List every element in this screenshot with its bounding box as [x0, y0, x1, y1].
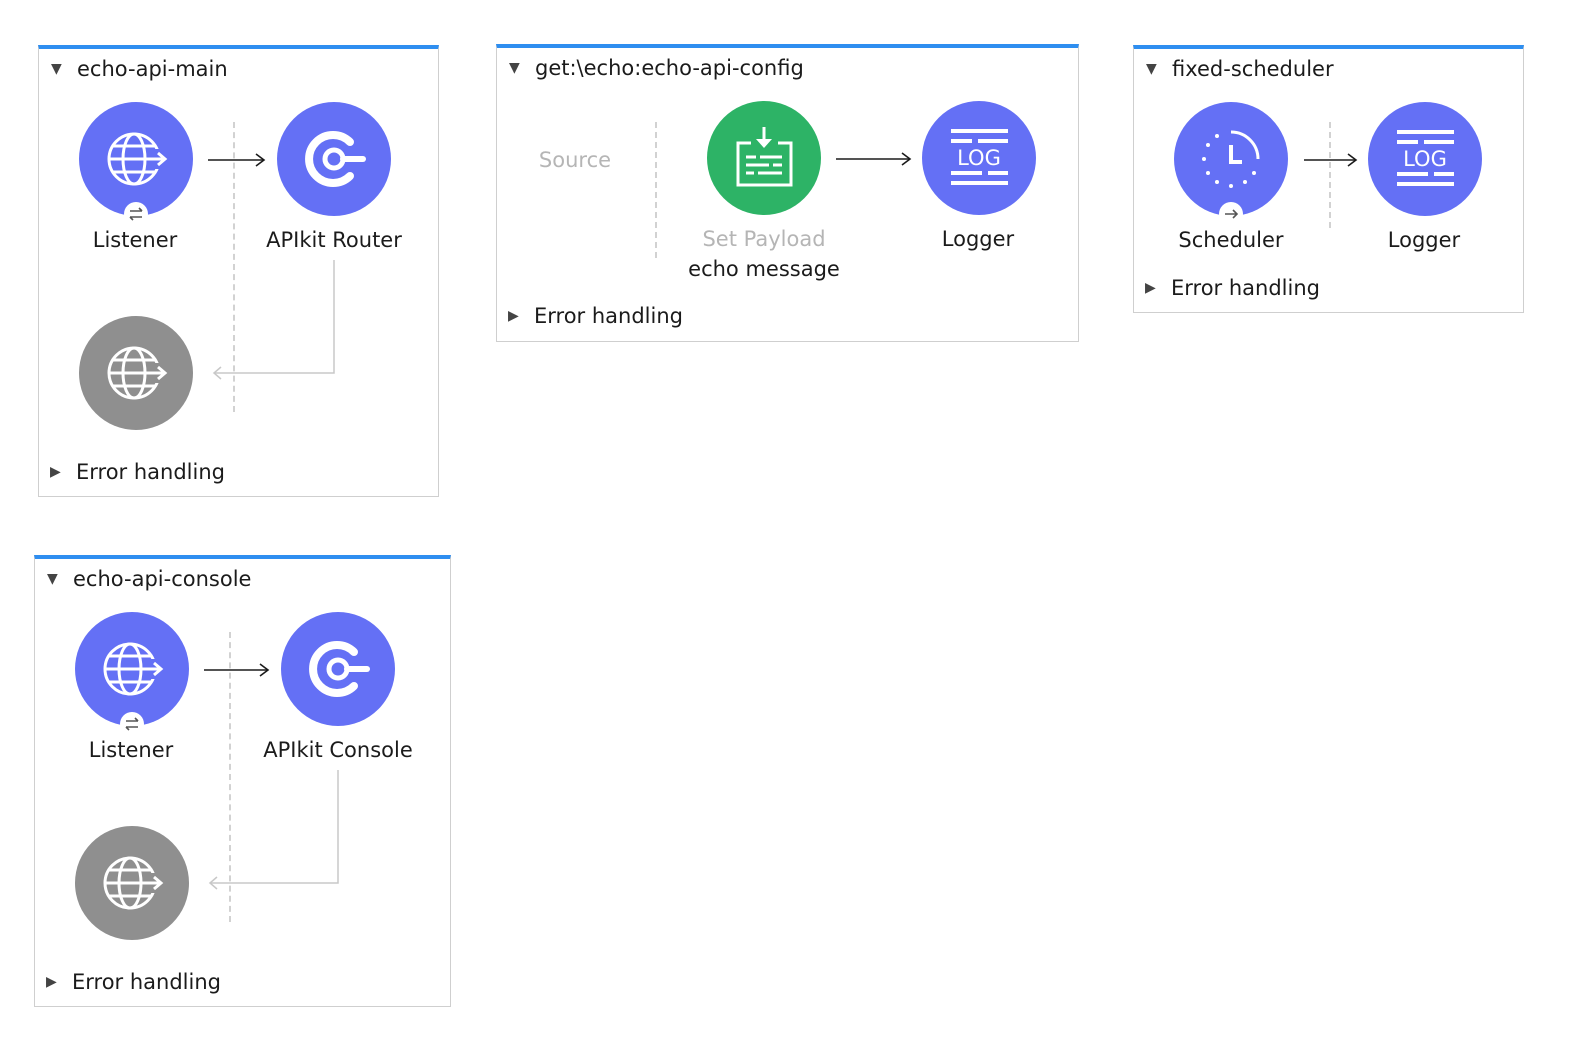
- return-connector: [208, 770, 339, 890]
- listener-node[interactable]: [75, 612, 189, 736]
- bidirectional-arrows-icon: [120, 712, 144, 736]
- source-divider: [1329, 122, 1331, 228]
- collapse-triangle-icon[interactable]: ▼: [509, 60, 535, 76]
- flow-title[interactable]: ▼ echo-api-main: [51, 55, 228, 83]
- error-handling-toggle[interactable]: ▶ Error handling: [508, 304, 683, 328]
- scheduler-node[interactable]: [1174, 102, 1288, 226]
- http-listener-icon: [103, 642, 164, 696]
- expand-triangle-icon[interactable]: ▶: [508, 308, 534, 324]
- logger-node[interactable]: LOG: [1368, 102, 1482, 216]
- flow-name: echo-api-console: [73, 567, 252, 591]
- error-handling-toggle[interactable]: ▶ Error handling: [1145, 276, 1320, 300]
- apikit-icon: [305, 131, 366, 187]
- node-sublabel: echo message: [688, 257, 840, 281]
- flow-name: echo-api-main: [77, 57, 228, 81]
- error-handling-label: Error handling: [1171, 276, 1320, 300]
- logger-node[interactable]: LOG: [922, 101, 1036, 215]
- expand-triangle-icon[interactable]: ▶: [46, 974, 72, 990]
- node-label: Logger: [1387, 228, 1461, 252]
- source-placeholder[interactable]: Source: [539, 148, 611, 172]
- apikit-icon: [309, 641, 370, 697]
- listener-node[interactable]: [79, 102, 193, 226]
- node-label: Set Payload: [702, 227, 826, 251]
- set-payload-node[interactable]: [707, 101, 821, 215]
- expand-triangle-icon[interactable]: ▶: [1145, 280, 1171, 296]
- error-handling-toggle[interactable]: ▶ Error handling: [46, 970, 221, 994]
- flow-title[interactable]: ▼ fixed-scheduler: [1146, 55, 1334, 83]
- error-handling-label: Error handling: [72, 970, 221, 994]
- collapse-triangle-icon[interactable]: ▼: [1146, 61, 1172, 77]
- http-response-node[interactable]: [79, 316, 193, 430]
- collapse-triangle-icon[interactable]: ▼: [47, 571, 73, 587]
- source-divider: [655, 122, 657, 258]
- flow-name: get:\echo:echo-api-config: [535, 56, 804, 80]
- apikit-console-node[interactable]: [281, 612, 395, 726]
- flow-arrow: [204, 663, 270, 677]
- error-handling-toggle[interactable]: ▶ Error handling: [50, 460, 225, 484]
- bidirectional-arrows-icon: [124, 202, 148, 226]
- flow-title[interactable]: ▼ get:\echo:echo-api-config: [509, 54, 804, 82]
- set-payload-icon: [736, 127, 793, 187]
- flow-name: fixed-scheduler: [1172, 57, 1334, 81]
- node-label: Listener: [92, 228, 178, 252]
- flow-arrow: [1304, 153, 1358, 167]
- node-label: Listener: [88, 738, 174, 762]
- error-handling-label: Error handling: [76, 460, 225, 484]
- expand-triangle-icon[interactable]: ▶: [50, 464, 76, 480]
- http-listener-icon: [107, 132, 168, 186]
- apikit-router-node[interactable]: [277, 102, 391, 216]
- http-response-icon: [107, 346, 168, 400]
- right-arrow-icon: [1219, 202, 1243, 226]
- node-label: APIkit Console: [263, 738, 413, 762]
- node-label: Scheduler: [1178, 228, 1284, 252]
- log-icon: LOG: [951, 129, 1008, 185]
- svg-text:LOG: LOG: [957, 146, 1001, 170]
- log-icon: LOG: [1397, 130, 1454, 186]
- http-response-icon: [103, 856, 164, 910]
- collapse-triangle-icon[interactable]: ▼: [51, 61, 77, 77]
- node-label: APIkit Router: [266, 228, 402, 252]
- return-connector: [212, 260, 335, 380]
- flow-title[interactable]: ▼ echo-api-console: [47, 565, 251, 593]
- flow-arrow: [208, 153, 266, 167]
- error-handling-label: Error handling: [534, 304, 683, 328]
- flow-arrow: [836, 152, 912, 166]
- clock-icon: [1202, 130, 1260, 188]
- svg-text:LOG: LOG: [1403, 147, 1447, 171]
- http-response-node[interactable]: [75, 826, 189, 940]
- node-label: Logger: [941, 227, 1015, 251]
